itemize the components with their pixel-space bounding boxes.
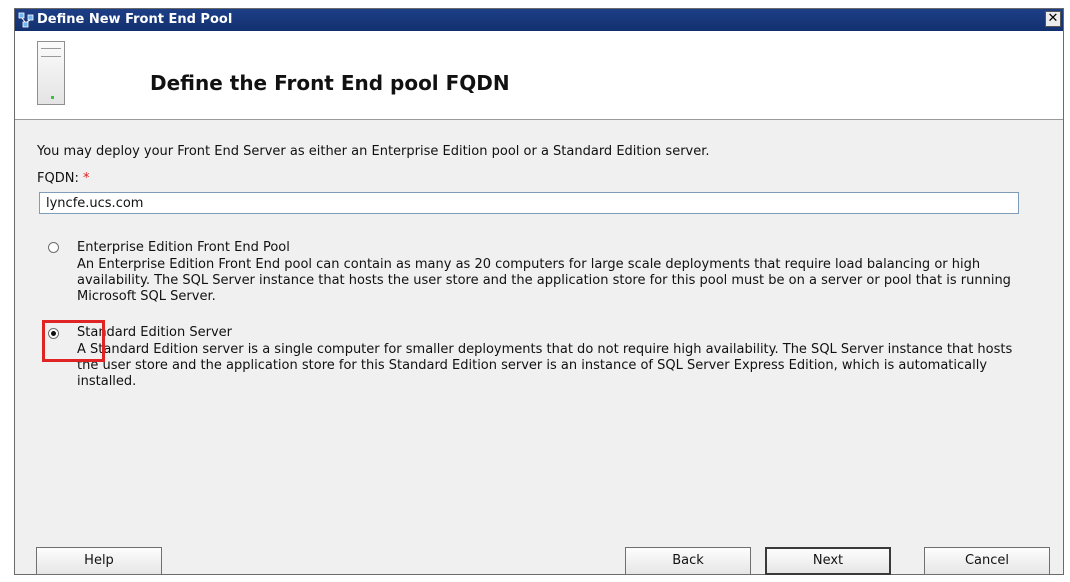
wizard-header: Define the Front End pool FQDN [15,31,1063,120]
enterprise-edition-description: An Enterprise Edition Front End pool can… [77,257,1011,304]
close-button[interactable]: ✕ [1045,11,1061,27]
fqdn-label: FQDN: * [37,171,89,186]
window-title: Define New Front End Pool [37,12,233,27]
required-marker: * [82,171,90,186]
next-button[interactable]: Next [765,547,891,575]
title-bar: Define New Front End Pool ✕ [15,9,1063,31]
enterprise-edition-label[interactable]: Enterprise Edition Front End Pool [77,240,290,255]
highlight-annotation [42,320,105,362]
intro-text: You may deploy your Front End Server as … [37,144,710,159]
wizard-content: You may deploy your Front End Server as … [15,120,1063,575]
fqdn-input[interactable] [39,192,1019,214]
page-title: Define the Front End pool FQDN [150,71,510,95]
topology-icon [18,12,34,28]
cancel-button[interactable]: Cancel [924,547,1050,575]
help-button[interactable]: Help [36,547,162,575]
standard-edition-description: A Standard Edition server is a single co… [77,342,1013,389]
server-icon [37,41,65,105]
dialog-window: Define New Front End Pool ✕ Define the F… [14,8,1064,575]
enterprise-edition-radio[interactable] [48,242,59,253]
fqdn-label-text: FQDN: [37,171,79,186]
back-button[interactable]: Back [625,547,751,575]
